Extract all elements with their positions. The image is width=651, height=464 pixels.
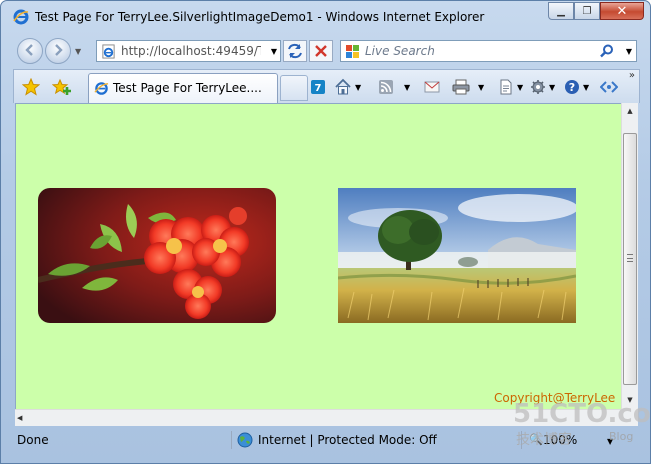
page-ie-icon	[102, 44, 115, 59]
recent-pages-dropdown[interactable]: ▼	[75, 47, 81, 56]
landscape-image	[338, 188, 576, 323]
tab-label: Test Page For TerryLee....	[113, 81, 262, 95]
windows-live-logo-icon	[346, 45, 359, 58]
internet-globe-icon	[237, 432, 253, 448]
forward-button[interactable]	[45, 38, 71, 64]
page-content: Copyright@TerryLee	[15, 103, 621, 409]
read-mail-button[interactable]	[424, 77, 440, 97]
title-bar[interactable]: Test Page For TerryLee.SilverlightImageD…	[1, 1, 650, 31]
copyright-text: Copyright@TerryLee	[494, 391, 616, 405]
tools-gear-icon	[531, 80, 545, 94]
refresh-button[interactable]	[283, 40, 307, 62]
vertical-scrollbar[interactable]: ▲ ▼	[621, 103, 638, 409]
forward-arrow-icon	[55, 44, 63, 56]
search-options-dropdown-icon[interactable]: ▼	[626, 47, 632, 56]
window-controls: ▁ ❐ ✕	[548, 2, 644, 20]
search-box[interactable]: ▼	[340, 40, 637, 62]
ie-logo-icon	[13, 9, 29, 25]
search-input[interactable]	[365, 43, 585, 59]
tab-bar: Test Page For TerryLee.... 7 ▼ ▼ ▼ ▼ ▼ ?…	[13, 69, 640, 103]
minimize-button[interactable]: ▁	[548, 2, 574, 20]
research-button[interactable]	[600, 77, 618, 97]
status-divider	[521, 431, 522, 449]
landscape-photo	[338, 188, 576, 323]
svg-text:7: 7	[315, 83, 322, 94]
address-bar[interactable]: http://localhost:49459/Te ▼	[96, 40, 281, 62]
ie-window: Test Page For TerryLee.SilverlightImageD…	[0, 0, 651, 464]
tab-test-page[interactable]: Test Page For TerryLee....	[88, 73, 278, 103]
page-ie-icon	[94, 82, 109, 95]
status-text: Done	[17, 433, 49, 447]
more-commands-chevron-icon[interactable]: »	[629, 70, 635, 81]
status-divider	[231, 431, 232, 449]
back-button[interactable]	[17, 38, 43, 64]
status-bar: Done Internet | Protected Mode: Off 🔍 10…	[13, 429, 640, 451]
new-tab-button[interactable]	[280, 75, 308, 101]
close-button[interactable]: ✕	[600, 2, 644, 20]
stop-button[interactable]	[309, 40, 333, 62]
help-dropdown-icon[interactable]: ▼	[583, 83, 589, 92]
translate-icon: 7	[311, 80, 325, 94]
print-dropdown-icon[interactable]: ▼	[478, 83, 484, 92]
page-icon	[500, 79, 512, 95]
address-input[interactable]: http://localhost:49459/Te	[121, 44, 261, 58]
vertical-scroll-thumb[interactable]	[623, 133, 637, 385]
read-mail-icon	[424, 81, 440, 93]
zoom-magnifier-icon[interactable]: 🔍	[529, 433, 543, 446]
flower-photo	[38, 188, 276, 323]
scroll-grip-icon	[627, 254, 633, 262]
home-dropdown-icon[interactable]: ▼	[355, 83, 361, 92]
feeds-button[interactable]: ▼	[378, 77, 410, 97]
security-zone-text[interactable]: Internet | Protected Mode: Off	[258, 433, 437, 447]
restore-button[interactable]: ❐	[574, 2, 600, 20]
search-icon[interactable]	[600, 44, 614, 58]
quick-tab-button[interactable]: 7	[310, 77, 326, 97]
favorites-star-icon[interactable]	[22, 78, 40, 96]
page-menu-button[interactable]: ▼	[498, 77, 523, 97]
page-dropdown-icon[interactable]: ▼	[517, 83, 523, 92]
scroll-left-arrow-icon[interactable]: ◀	[17, 410, 31, 427]
flower-image	[38, 188, 276, 323]
add-favorites-icon[interactable]	[52, 78, 72, 96]
feeds-icon	[379, 80, 393, 94]
help-icon: ?	[565, 80, 579, 94]
help-menu-button[interactable]: ? ▼	[564, 77, 589, 97]
horizontal-scrollbar[interactable]: ◀	[15, 409, 621, 426]
zoom-dropdown-icon[interactable]: ▼	[607, 437, 613, 446]
zoom-level[interactable]: 100%	[543, 433, 577, 447]
home-icon	[335, 78, 351, 95]
print-icon	[452, 79, 470, 95]
feeds-dropdown-icon[interactable]: ▼	[404, 83, 410, 92]
tools-dropdown-icon[interactable]: ▼	[549, 83, 555, 92]
tools-menu-button[interactable]: ▼	[530, 77, 555, 97]
address-dropdown-icon[interactable]: ▼	[271, 47, 277, 56]
print-button[interactable]: ▼	[452, 77, 484, 97]
home-button[interactable]: ▼	[334, 77, 361, 97]
back-arrow-icon	[25, 44, 33, 56]
scroll-up-arrow-icon[interactable]: ▲	[622, 103, 638, 120]
scroll-down-arrow-icon[interactable]: ▼	[622, 392, 638, 409]
refresh-icon	[288, 43, 302, 59]
window-title: Test Page For TerryLee.SilverlightImageD…	[35, 10, 485, 24]
svg-text:?: ?	[569, 81, 575, 94]
research-icon	[600, 81, 618, 93]
stop-icon	[315, 45, 327, 57]
navigation-bar: ▼ http://localhost:49459/Te ▼ Live Searc…	[1, 33, 650, 67]
scrollbar-corner	[621, 409, 638, 426]
